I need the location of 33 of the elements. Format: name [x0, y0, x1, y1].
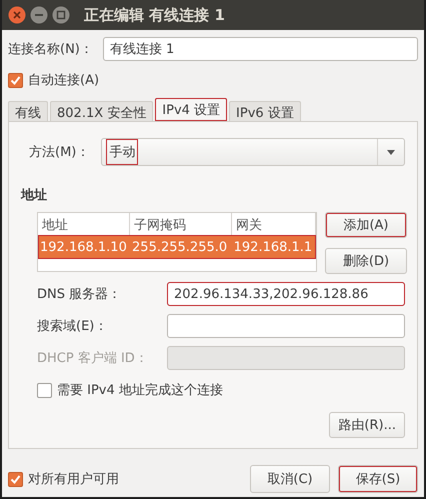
checkbox-label: 自动连接(A)	[28, 72, 100, 89]
field-label: DNS 服务器：	[37, 286, 122, 303]
routes-button[interactable]: 路由(R)...	[329, 412, 405, 438]
field-label: 方法(M)：	[29, 144, 90, 161]
tab[interactable]: 有线	[8, 101, 48, 121]
caret-icon	[387, 150, 395, 154]
tab[interactable]: IPv6 设置	[229, 101, 301, 121]
field-label: 连接名称(N)：	[8, 41, 93, 58]
checkbox-label: 对所有用户可用	[28, 471, 119, 488]
field-label: DHCP 客户端 ID：	[37, 350, 149, 367]
table-cell-text: 255.255.255.0	[131, 240, 228, 254]
checkbox[interactable]	[8, 472, 23, 486]
dropdown[interactable]: 手动	[101, 138, 405, 166]
table-cell-text: 192.168.1.1	[232, 240, 314, 254]
tab[interactable]: 802.1X 安全性	[50, 101, 154, 121]
table-cell-text: 192.168.1.10	[39, 240, 128, 254]
maximize-icon[interactable]	[52, 6, 70, 24]
tab[interactable]: IPv4 设置	[155, 98, 228, 121]
cancel-button[interactable]: 取消(C)	[250, 465, 330, 493]
action-button[interactable]: 删除(D)	[325, 248, 407, 274]
input-field[interactable]: 202.96.134.33,202.96.128.86	[167, 282, 405, 306]
action-button[interactable]: 添加(A)	[325, 212, 407, 238]
input-field[interactable]: 有线连接 1	[102, 37, 418, 61]
checkbox[interactable]	[37, 382, 52, 398]
checkbox[interactable]	[8, 72, 23, 88]
field-label: 搜索域(E)：	[37, 318, 108, 335]
window-title: 正在编辑 有线连接 1	[84, 6, 225, 24]
checkbox-label: 需要 IPv4 地址完成这个连接	[57, 382, 223, 399]
section-heading: 地址	[21, 187, 48, 204]
minimize-icon[interactable]	[30, 6, 48, 24]
save-button[interactable]: 保存(S)	[338, 465, 418, 493]
close-icon[interactable]	[8, 6, 26, 24]
input-field[interactable]	[167, 314, 405, 338]
